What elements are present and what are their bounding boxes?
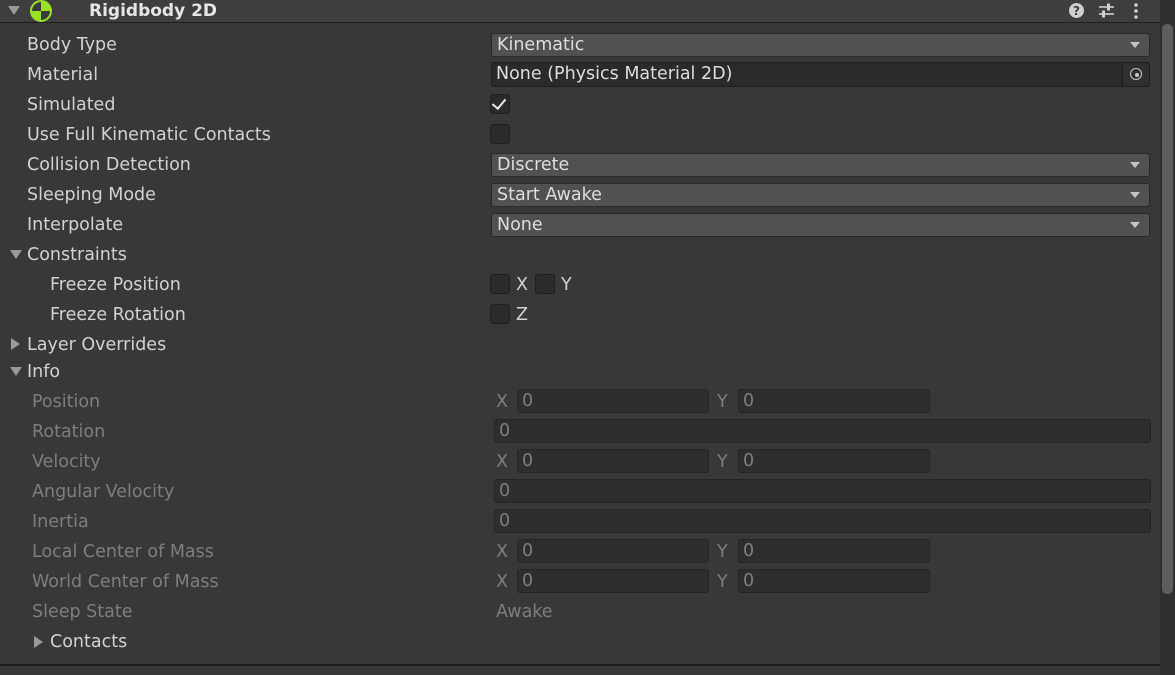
angular-velocity-field: 0 bbox=[494, 479, 1151, 503]
sleep-state-label: Sleep State bbox=[32, 602, 133, 622]
constraints-foldout[interactable]: Constraints bbox=[27, 240, 127, 270]
help-icon[interactable]: ? bbox=[1068, 2, 1085, 19]
component-separator bbox=[0, 664, 1160, 666]
freeze-position-y-checkbox[interactable] bbox=[535, 274, 555, 294]
local-center-of-mass-y-label: Y bbox=[717, 542, 728, 562]
sleeping-mode-dropdown[interactable]: Start Awake bbox=[491, 183, 1150, 207]
sleeping-mode-value: Start Awake bbox=[497, 185, 602, 205]
collision-detection-label: Collision Detection bbox=[27, 155, 191, 175]
collision-detection-dropdown[interactable]: Discrete bbox=[491, 153, 1150, 177]
body-type-label: Body Type bbox=[27, 35, 117, 55]
velocity-y-field: 0 bbox=[738, 449, 930, 473]
more-menu-icon[interactable] bbox=[1130, 2, 1142, 20]
interpolate-value: None bbox=[497, 215, 543, 235]
velocity-x-field: 0 bbox=[517, 449, 709, 473]
local-center-of-mass-y-field: 0 bbox=[738, 539, 930, 563]
angular-velocity-label: Angular Velocity bbox=[32, 482, 175, 502]
info-foldout[interactable]: Info bbox=[27, 357, 60, 387]
position-y-label: Y bbox=[717, 392, 728, 412]
chevron-down-icon bbox=[1130, 162, 1140, 168]
sleep-state-value: Awake bbox=[496, 602, 553, 622]
inertia-field: 0 bbox=[494, 509, 1151, 533]
freeze-position-x-label: X bbox=[516, 275, 528, 295]
freeze-rotation-z-checkbox[interactable] bbox=[490, 304, 510, 324]
component-title: Rigidbody 2D bbox=[89, 1, 218, 21]
world-center-of-mass-x-label: X bbox=[496, 572, 508, 592]
use-full-kinematic-contacts-checkbox[interactable] bbox=[490, 124, 510, 144]
collision-detection-value: Discrete bbox=[497, 155, 570, 175]
freeze-position-x-checkbox[interactable] bbox=[490, 274, 510, 294]
contacts-fold-icon[interactable] bbox=[34, 636, 43, 648]
local-center-of-mass-x-label: X bbox=[496, 542, 508, 562]
material-label: Material bbox=[27, 65, 99, 85]
freeze-position-label: Freeze Position bbox=[50, 275, 181, 295]
rotation-label: Rotation bbox=[32, 422, 106, 442]
world-center-of-mass-y-field: 0 bbox=[738, 569, 930, 593]
rigidbody-2d-icon bbox=[30, 0, 52, 22]
velocity-x-label: X bbox=[496, 452, 508, 472]
position-label: Position bbox=[32, 392, 101, 412]
checkmark-icon bbox=[491, 94, 507, 111]
chevron-down-icon bbox=[1130, 222, 1140, 228]
contacts-foldout[interactable]: Contacts bbox=[50, 627, 127, 657]
local-center-of-mass-label: Local Center of Mass bbox=[32, 542, 214, 562]
position-y-field: 0 bbox=[738, 389, 930, 413]
layer-overrides-foldout[interactable]: Layer Overrides bbox=[27, 330, 166, 360]
use-full-kinematic-contacts-label: Use Full Kinematic Contacts bbox=[27, 125, 271, 145]
body-type-dropdown[interactable]: Kinematic bbox=[491, 33, 1150, 57]
freeze-position-y-label: Y bbox=[561, 275, 572, 295]
info-fold-icon[interactable] bbox=[10, 367, 22, 376]
local-center-of-mass-x-field: 0 bbox=[517, 539, 709, 563]
freeze-rotation-label: Freeze Rotation bbox=[50, 305, 186, 325]
sleeping-mode-label: Sleeping Mode bbox=[27, 185, 156, 205]
interpolate-dropdown[interactable]: None bbox=[491, 213, 1150, 237]
interpolate-label: Interpolate bbox=[27, 215, 124, 235]
chevron-down-icon bbox=[1130, 192, 1140, 198]
component-header[interactable]: Rigidbody 2D ? bbox=[0, 0, 1160, 23]
world-center-of-mass-y-label: Y bbox=[717, 572, 728, 592]
scrollbar-thumb[interactable] bbox=[1162, 24, 1173, 594]
material-field[interactable]: None (Physics Material 2D) bbox=[491, 62, 1150, 87]
freeze-rotation-z-label: Z bbox=[516, 305, 528, 325]
rotation-field: 0 bbox=[494, 419, 1151, 443]
body-type-value: Kinematic bbox=[497, 35, 585, 55]
world-center-of-mass-x-field: 0 bbox=[517, 569, 709, 593]
position-x-field: 0 bbox=[517, 389, 709, 413]
material-value: None (Physics Material 2D) bbox=[496, 64, 733, 84]
velocity-y-label: Y bbox=[717, 452, 728, 472]
object-picker-icon[interactable] bbox=[1122, 63, 1149, 86]
presets-icon[interactable] bbox=[1098, 2, 1115, 19]
simulated-checkbox[interactable] bbox=[490, 94, 510, 114]
constraints-fold-icon[interactable] bbox=[10, 250, 22, 259]
velocity-label: Velocity bbox=[32, 452, 101, 472]
fold-down-icon[interactable] bbox=[8, 6, 20, 15]
chevron-down-icon bbox=[1130, 42, 1140, 48]
layer-overrides-fold-icon[interactable] bbox=[11, 338, 20, 350]
inertia-label: Inertia bbox=[32, 512, 89, 532]
position-x-label: X bbox=[496, 392, 508, 412]
svg-text:?: ? bbox=[1073, 4, 1080, 18]
simulated-label: Simulated bbox=[27, 95, 116, 115]
world-center-of-mass-label: World Center of Mass bbox=[32, 572, 219, 592]
